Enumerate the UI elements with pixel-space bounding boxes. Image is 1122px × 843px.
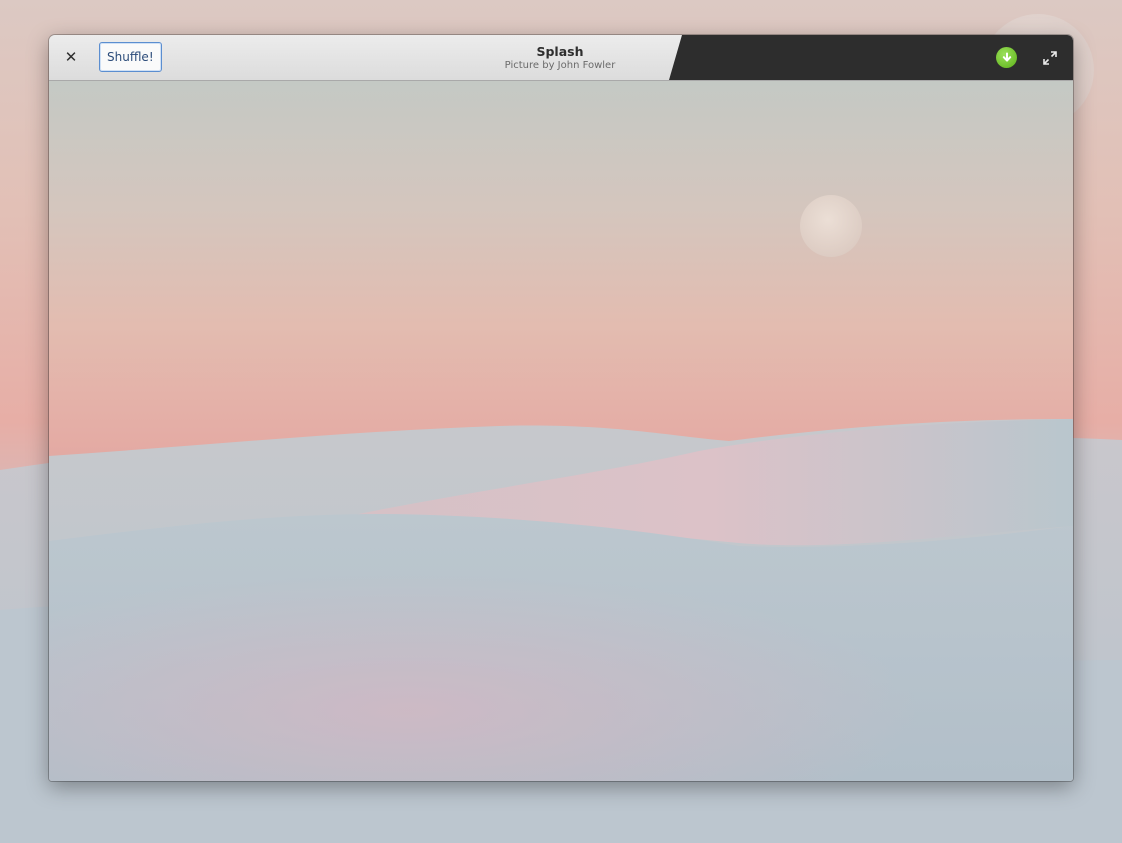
fullscreen-icon (1043, 51, 1057, 65)
wallpaper-preview-image (49, 81, 1073, 781)
shuffle-button[interactable]: Shuffle! (99, 42, 162, 72)
close-icon: ✕ (64, 48, 78, 66)
download-icon (1002, 52, 1011, 62)
header-bar: ✕ Shuffle! Splash Picture by John Fowler (49, 35, 1073, 81)
close-button[interactable]: ✕ (57, 43, 85, 71)
app-window: ✕ Shuffle! Splash Picture by John Fowler (49, 35, 1073, 781)
download-button[interactable] (996, 47, 1017, 68)
fullscreen-button[interactable] (1039, 47, 1061, 69)
